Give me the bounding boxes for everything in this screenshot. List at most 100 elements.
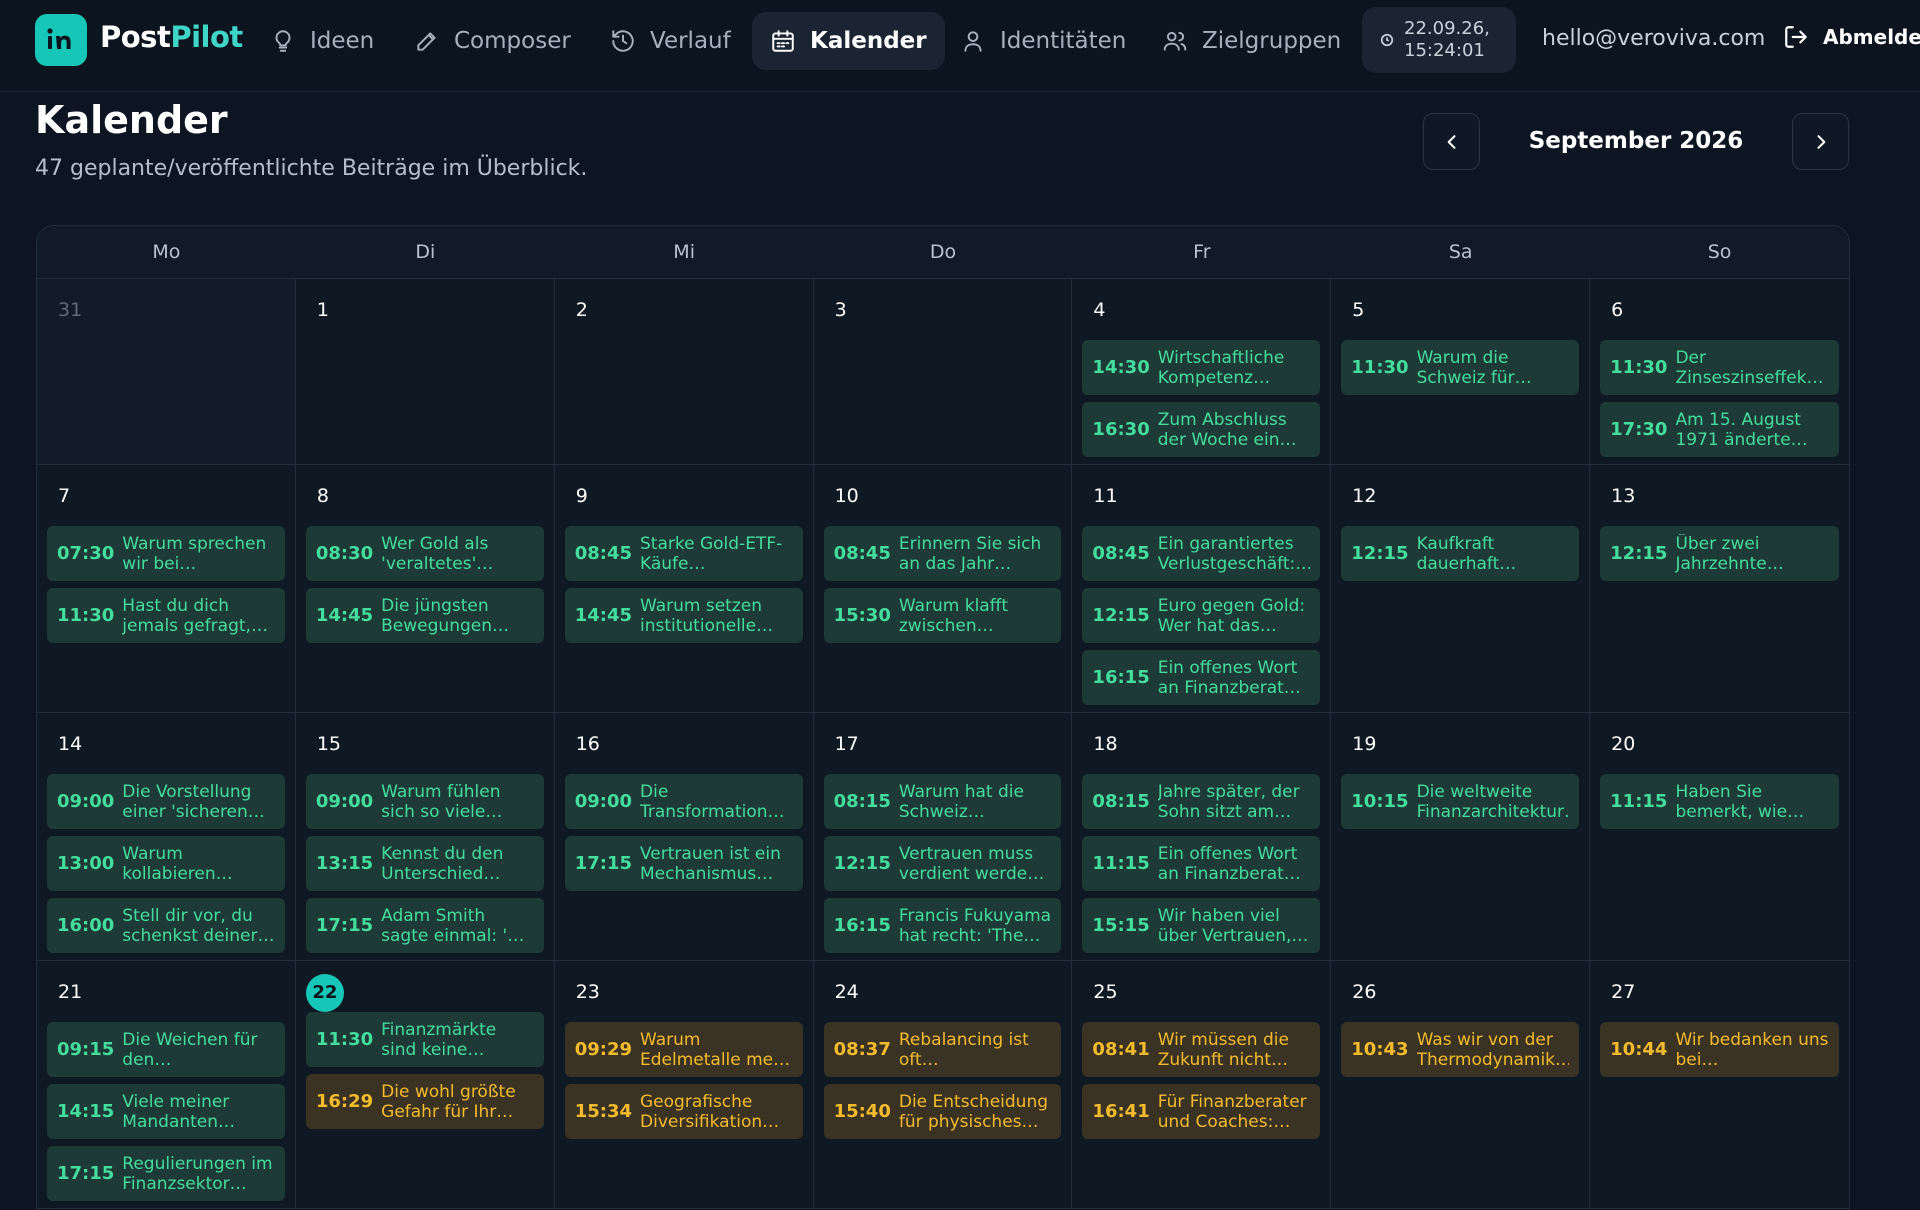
post-card[interactable]: 16:30 Zum Abschluss der Woche ein…	[1082, 402, 1321, 457]
post-card[interactable]: 14:30 Wirtschaftliche Kompetenz trifft…	[1082, 340, 1321, 395]
day-cell[interactable]: 1	[295, 279, 555, 465]
day-cell[interactable]: 18 08:15 Jahre später, der Sohn sitzt am T…	[1072, 713, 1332, 961]
post-card[interactable]: 10:44 Wir bedanken uns bei Incrementum…	[1600, 1022, 1839, 1077]
post-card[interactable]: 15:40 Die Entscheidung für physisches…	[823, 1084, 1062, 1139]
day-cell[interactable]: 16 09:00 Die Transformation Ihrer… 17:15 Ver…	[554, 713, 814, 961]
post-card[interactable]: 11:15 Ein offenes Wort an Finanzberater u…	[1082, 836, 1321, 891]
post-text: Jahre später, der Sohn sitzt am Tisc…	[1157, 781, 1300, 822]
post-card[interactable]: 09:00 Die Transformation Ihrer…	[564, 774, 803, 829]
post-list: 08:15 Jahre später, der Sohn sitzt am Tis…	[1082, 774, 1321, 953]
post-card[interactable]: 15:15 Wir haben viel über Vertrauen,…	[1082, 898, 1321, 953]
nav-kalender[interactable]: Kalender	[752, 12, 945, 70]
day-cell[interactable]: 10 08:45 Erinnern Sie sich an das Jahr 200…	[813, 465, 1073, 713]
post-time: 08:41	[1092, 1039, 1150, 1060]
post-card[interactable]: 09:00 Warum fühlen sich so viele…	[305, 774, 544, 829]
post-card[interactable]: 12:15 Kaufkraft dauerhaft sichern: Warum…	[1341, 526, 1580, 581]
post-card[interactable]: 16:15 Ein offenes Wort an Finanzberater u…	[1082, 650, 1321, 705]
post-card[interactable]: 14:15 Viele meiner Mandanten fragen…	[47, 1084, 285, 1139]
post-card[interactable]: 08:45 Starke Gold-ETF-Käufe signalisiere…	[564, 526, 803, 581]
post-card[interactable]: 17:30 Am 15. August 1971 änderte sich die…	[1600, 402, 1839, 457]
post-card[interactable]: 11:30 Hast du dich jemals gefragt, warum …	[47, 588, 285, 643]
day-cell[interactable]: 23 09:29 Warum Edelmetalle mehr sind als n…	[554, 961, 814, 1209]
day-number: 11	[1093, 485, 1118, 507]
post-card[interactable]: 08:37 Rebalancing ist oft missverstanden.…	[823, 1022, 1062, 1077]
nav-composer[interactable]: Composer	[396, 12, 589, 70]
post-card[interactable]: 10:43 Was wir von der Thermodynamik…	[1341, 1022, 1580, 1077]
nav-identitaeten[interactable]: Identitäten	[942, 12, 1144, 70]
weekday-label: Do	[929, 241, 957, 263]
day-cell[interactable]: 2	[554, 279, 814, 465]
day-cell[interactable]: 20 11:15 Haben Sie bemerkt, wie die…	[1590, 713, 1849, 961]
nav-verlauf[interactable]: Verlauf	[592, 12, 749, 70]
post-card[interactable]: 10:15 Die weltweite Finanzarchitektur…	[1341, 774, 1580, 829]
post-card[interactable]: 16:15 Francis Fukuyama hat recht: 'The le…	[823, 898, 1062, 953]
post-text: Warum hat die Schweiz weltweit…	[898, 781, 1024, 822]
next-month-button[interactable]	[1792, 113, 1849, 170]
post-text: Hast du dich jemals gefragt, warum alle…	[122, 595, 251, 636]
post-card[interactable]: 13:00 Warum kollabieren Finanzsysteme?…	[47, 836, 285, 891]
post-card[interactable]: 08:45 Erinnern Sie sich an das Jahr 2002,…	[823, 526, 1062, 581]
post-text: Regulierungen im Finanzsektor sind…	[122, 1153, 273, 1194]
brand-name[interactable]: PostPilot	[100, 20, 243, 54]
day-cell[interactable]: 8 08:30 Wer Gold als 'veraltetes' Asset… 14…	[295, 465, 555, 713]
prev-month-button[interactable]	[1423, 113, 1480, 170]
post-card[interactable]: 14:45 Warum setzen institutionelle…	[564, 588, 803, 643]
day-cell[interactable]: 12 12:15 Kaufkraft dauerhaft sichern: Waru…	[1331, 465, 1591, 713]
day-cell[interactable]: 7 07:30 Warum sprechen wir bei Elementu… 11…	[37, 465, 296, 713]
post-time: 09:00	[315, 791, 374, 812]
post-card[interactable]: 08:45 Ein garantiertes Verlustgeschäft:…	[1082, 526, 1321, 581]
day-cell[interactable]: 9 08:45 Starke Gold-ETF-Käufe signalisiere…	[554, 465, 814, 713]
day-cell[interactable]: 21 09:15 Die Weichen für den europäischen……	[37, 961, 296, 1209]
post-card[interactable]: 11:15 Haben Sie bemerkt, wie die…	[1600, 774, 1839, 829]
post-card[interactable]: 17:15 Regulierungen im Finanzsektor sind…	[47, 1146, 285, 1201]
day-cell[interactable]: 3	[813, 279, 1073, 465]
post-card[interactable]: 16:29 Die wohl größte Gefahr für Ihr…	[305, 1074, 544, 1129]
post-card[interactable]: 08:15 Jahre später, der Sohn sitzt am Tis…	[1082, 774, 1321, 829]
post-card[interactable]: 09:15 Die Weichen für den europäischen…	[47, 1022, 285, 1077]
post-card[interactable]: 11:30 Finanzmärkte sind keine statischen…	[305, 1012, 544, 1067]
post-card[interactable]: 11:30 Warum die Schweiz für…	[1341, 340, 1580, 395]
post-card[interactable]: 14:45 Die jüngsten Bewegungen bei…	[305, 588, 544, 643]
nav-ideen[interactable]: Ideen	[252, 12, 392, 70]
day-cell[interactable]: 14 09:00 Die Vorstellung einer 'sicheren… 1…	[37, 713, 296, 961]
post-card[interactable]: 08:30 Wer Gold als 'veraltetes' Asset…	[305, 526, 544, 581]
post-time: 08:45	[1092, 543, 1150, 564]
post-card[interactable]: 12:15 Euro gegen Gold: Wer hat das…	[1082, 588, 1321, 643]
post-card[interactable]: 09:00 Die Vorstellung einer 'sicheren…	[47, 774, 285, 829]
day-cell[interactable]: 19 10:15 Die weltweite Finanzarchitektur…	[1331, 713, 1591, 961]
post-card[interactable]: 16:41 Für Finanzberater und Coaches: Biet…	[1082, 1084, 1321, 1139]
post-card[interactable]: 11:30 Der Zinseszinseffekt ist mächtig, d…	[1600, 340, 1839, 395]
nav-label: Identitäten	[1000, 28, 1127, 54]
day-cell[interactable]: 15 09:00 Warum fühlen sich so viele… 13:15 K…	[295, 713, 555, 961]
day-cell[interactable]: 5 11:30 Warum die Schweiz für…	[1331, 279, 1591, 465]
post-card[interactable]: 15:34 Geografische Diversifikation ist…	[564, 1084, 803, 1139]
logout-button[interactable]: Abmelden	[1783, 24, 1920, 50]
logo-icon[interactable]	[35, 14, 87, 66]
day-cell[interactable]: 25 08:41 Wir müssen die Zukunft nicht… 16:4…	[1072, 961, 1332, 1209]
day-cell[interactable]: 6 11:30 Der Zinseszinseffekt ist mächtig, …	[1590, 279, 1849, 465]
post-text: Erinnern Sie sich an das Jahr 2002,…	[898, 533, 1042, 574]
post-card[interactable]: 17:15 Vertrauen ist ein Mechanismus zur…	[564, 836, 803, 891]
post-card[interactable]: 07:30 Warum sprechen wir bei Elementu…	[47, 526, 285, 581]
post-card[interactable]: 09:29 Warum Edelmetalle mehr sind als nur…	[564, 1022, 803, 1077]
weekday-label: Mo	[152, 241, 181, 263]
day-cell[interactable]: 414:30Wirtschaftliche Kompetenz trifft…1…	[1072, 279, 1332, 465]
post-card[interactable]: 12:15 Vertrauen muss verdient werden –…	[823, 836, 1062, 891]
post-card[interactable]: 13:15 Kennst du den Unterschied…	[305, 836, 544, 891]
post-card[interactable]: 17:15 Adam Smith sagte einmal: 'We trust …	[305, 898, 544, 953]
day-cell[interactable]: 11 08:45 Ein garantiertes Verlustgeschäft:…	[1072, 465, 1332, 713]
post-text: Wirtschaftliche Kompetenz trifft…	[1157, 347, 1285, 388]
nav-zielgruppen[interactable]: Zielgruppen	[1144, 12, 1359, 70]
post-card[interactable]: 08:41 Wir müssen die Zukunft nicht…	[1082, 1022, 1321, 1077]
day-cell[interactable]: 13 12:15 Über zwei Jahrzehnte Euro:…	[1590, 465, 1849, 713]
post-card[interactable]: 16:00 Stell dir vor, du schenkst deiner…	[47, 898, 285, 953]
post-card[interactable]: 15:30 Warum klafft zwischen offizielle…	[823, 588, 1062, 643]
post-card[interactable]: 08:15 Warum hat die Schweiz weltweit…	[823, 774, 1062, 829]
day-cell[interactable]: 31	[37, 279, 296, 465]
day-cell[interactable]: 22 11:30 Finanzmärkte sind keine statische…	[295, 961, 555, 1209]
day-cell[interactable]: 27 10:44 Wir bedanken uns bei Incrementum…	[1590, 961, 1849, 1209]
day-cell[interactable]: 17 08:15 Warum hat die Schweiz weltweit… 12…	[813, 713, 1073, 961]
day-cell[interactable]: 24 08:37 Rebalancing ist oft missverstande…	[813, 961, 1073, 1209]
post-card[interactable]: 12:15 Über zwei Jahrzehnte Euro:…	[1600, 526, 1839, 581]
day-cell[interactable]: 26 10:43 Was wir von der Thermodynamik…	[1331, 961, 1591, 1209]
